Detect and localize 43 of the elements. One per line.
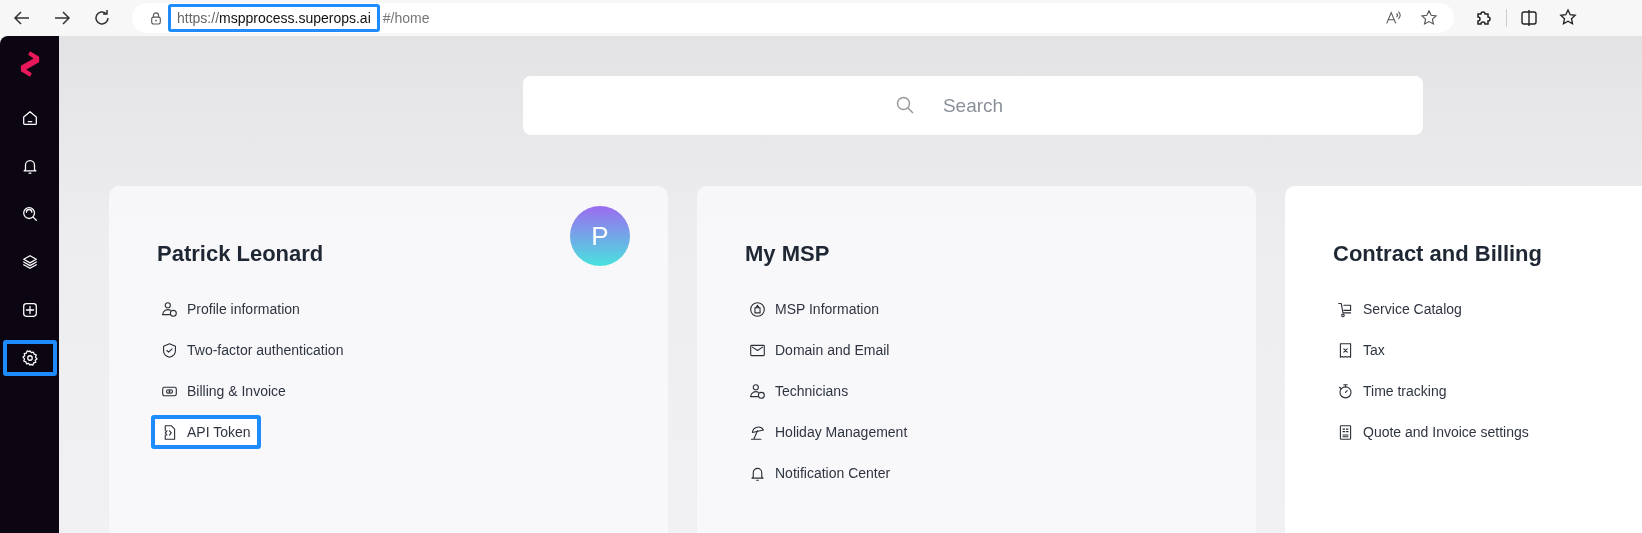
settings-link[interactable]: MSP Information (739, 292, 889, 326)
search-field[interactable]: Search (523, 76, 1423, 135)
settings-link[interactable]: Holiday Management (739, 415, 918, 449)
reload-icon[interactable] (92, 8, 112, 28)
settings-link[interactable]: Time tracking (1327, 374, 1457, 408)
card-title: Patrick Leonard (157, 241, 324, 267)
settings-link[interactable]: Tax (1327, 333, 1395, 367)
settings-icon (20, 349, 39, 367)
logo-icon[interactable] (18, 50, 41, 78)
url-path: #/home (382, 10, 430, 26)
settings-link[interactable]: Service Catalog (1327, 292, 1472, 326)
favorite-star-icon[interactable] (1420, 9, 1438, 27)
lock-icon[interactable] (150, 11, 162, 25)
settings-link[interactable]: Quote and Invoice settings (1327, 415, 1539, 449)
settings-link[interactable]: API Token (151, 415, 261, 449)
split-screen-icon[interactable] (1519, 8, 1539, 28)
person-coin-icon (749, 382, 766, 400)
url-scheme: https:// (177, 10, 220, 26)
search-icon (20, 205, 39, 223)
search-icon (895, 95, 915, 115)
stopwatch-icon (1337, 382, 1354, 400)
plus-square-icon (20, 301, 39, 319)
settings-link[interactable]: Notification Center (739, 456, 901, 490)
card-title: My MSP (745, 241, 830, 267)
person-coin-icon (161, 300, 178, 318)
address-field[interactable]: https://mspprocess.superops.ai #/home (132, 3, 1454, 33)
card-title: Contract and Billing (1333, 241, 1542, 267)
layers-icon (20, 253, 39, 271)
home-icon (20, 109, 39, 127)
document-list-icon (1337, 423, 1354, 441)
settings-link[interactable]: Domain and Email (739, 333, 900, 367)
url-host: mspprocess.superops.ai (219, 10, 371, 26)
settings-link[interactable]: Billing & Invoice (151, 374, 296, 408)
shield-check-icon (161, 341, 178, 359)
receipt-icon (1337, 341, 1354, 359)
trolley-icon (1337, 300, 1354, 318)
building-badge-icon (749, 300, 766, 318)
umbrella-icon (749, 423, 766, 441)
settings-link[interactable]: Profile information (151, 292, 310, 326)
nav-item[interactable] (2, 340, 57, 376)
settings-link[interactable]: Two-factor authentication (151, 333, 354, 367)
settings-link[interactable]: Technicians (739, 374, 859, 408)
puzzle-icon[interactable] (1474, 8, 1494, 28)
